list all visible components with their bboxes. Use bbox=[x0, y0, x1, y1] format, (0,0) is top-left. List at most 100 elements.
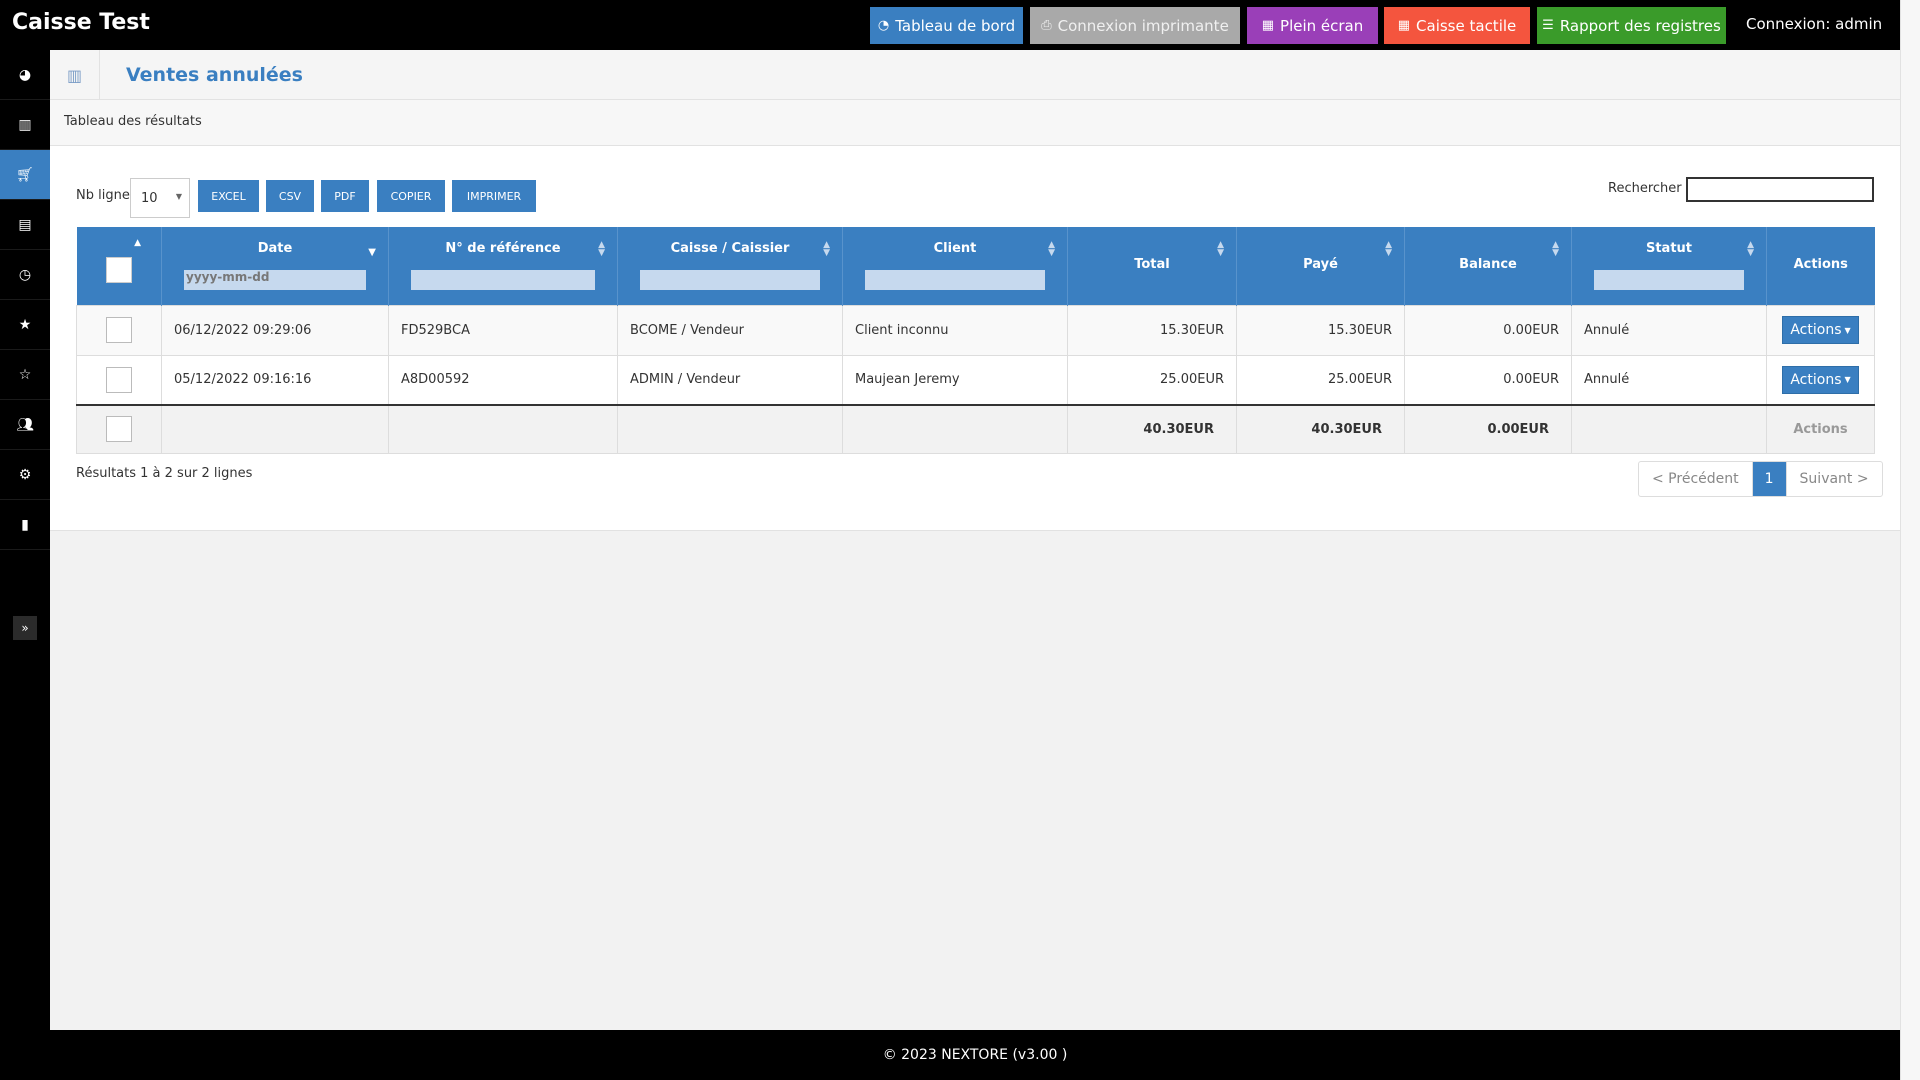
table-row[interactable]: 06/12/2022 09:29:06 FD529BCA BCOME / Ven… bbox=[76, 304, 1875, 356]
column-header-status[interactable]: Statut ▲ ▼ bbox=[1571, 227, 1767, 305]
export-csv-button[interactable]: CSV bbox=[266, 180, 314, 212]
reference-header-label: N° de référence bbox=[445, 241, 561, 256]
select-all-checkbox[interactable] bbox=[105, 256, 132, 283]
column-header-total[interactable]: Total ▲ ▼ bbox=[1067, 227, 1237, 305]
sidebar-item-favorites[interactable]: ★ bbox=[0, 300, 50, 350]
list-icon: ☰ bbox=[1542, 18, 1554, 33]
sidebar-item-promotions[interactable]: ☆ bbox=[0, 350, 50, 400]
grid-icon: ▦ bbox=[1397, 18, 1411, 33]
touch-register-label: Caisse tactile bbox=[1416, 16, 1517, 35]
client-filter-input[interactable] bbox=[865, 270, 1045, 290]
barcode-icon: ▥ bbox=[18, 116, 32, 133]
dashboard-button[interactable]: ◔ Tableau de bord bbox=[870, 7, 1023, 44]
actions-dropdown-button[interactable]: Actions ▼ bbox=[1782, 316, 1859, 344]
footer-select-cell bbox=[76, 404, 162, 454]
sidebar-item-documents[interactable]: ▤ bbox=[0, 200, 50, 250]
printer-connect-label: Connexion imprimante bbox=[1057, 16, 1229, 35]
copy-button[interactable]: COPIER bbox=[377, 180, 445, 212]
sort-icon[interactable]: ▲ ▼ bbox=[1747, 241, 1754, 258]
touch-register-button[interactable]: ▦ Caisse tactile bbox=[1384, 7, 1530, 44]
row-checkbox[interactable] bbox=[106, 366, 132, 393]
sidebar: ◕ ▥ 🛒︎ ▤ ◷ ★ ☆ 👥︎ ⚙ ▮ » bbox=[0, 50, 50, 1080]
sidebar-item-reports[interactable]: ▮ bbox=[0, 500, 50, 550]
scrollbar-track[interactable] bbox=[1900, 0, 1920, 1080]
cell-actions: Actions ▼ bbox=[1766, 354, 1875, 406]
cell-date: 05/12/2022 09:16:16 bbox=[161, 354, 389, 406]
total-header-label: Total bbox=[1134, 257, 1170, 272]
sidebar-item-users[interactable]: 👥︎ bbox=[0, 400, 50, 450]
cell-register: BCOME / Vendeur bbox=[617, 304, 843, 356]
sidebar-item-settings[interactable]: ⚙ bbox=[0, 450, 50, 500]
rows-per-page-select[interactable]: 10 ▼ bbox=[130, 178, 190, 218]
cancelled-sales-table: ▲ Date ▼ yyyy-mm-dd N° de référence ▲ ▼ C… bbox=[76, 227, 1875, 454]
printer-connect-button[interactable]: ⎙ Connexion imprimante bbox=[1030, 7, 1240, 44]
actions-dropdown-button[interactable]: Actions ▼ bbox=[1782, 365, 1859, 394]
clock-icon: ◷ bbox=[18, 266, 32, 283]
cell-balance: 0.00EUR bbox=[1404, 354, 1572, 406]
status-header-label: Statut bbox=[1645, 241, 1693, 256]
reference-filter-input[interactable] bbox=[411, 270, 595, 290]
cell-date: 06/12/2022 09:29:06 bbox=[161, 304, 389, 356]
export-excel-button[interactable]: EXCEL bbox=[198, 180, 259, 212]
search-label: Rechercher bbox=[1608, 181, 1682, 196]
column-header-client[interactable]: Client ▲ ▼ bbox=[842, 227, 1068, 305]
sidebar-item-products[interactable]: ▥ bbox=[0, 100, 50, 150]
previous-page-button[interactable]: < Précédent bbox=[1639, 462, 1753, 496]
sort-asc-icon[interactable]: ▲ bbox=[134, 239, 141, 248]
page-title: Ventes annulées bbox=[126, 64, 303, 86]
next-page-button[interactable]: Suivant > bbox=[1787, 462, 1882, 496]
sort-icon[interactable]: ▲ ▼ bbox=[1552, 241, 1559, 258]
cell-client: Maujean Jeremy bbox=[842, 354, 1068, 406]
grid-icon: ▦ bbox=[1261, 18, 1275, 33]
sidebar-item-dashboard[interactable]: ◕ bbox=[0, 50, 50, 100]
sidebar-item-sales[interactable]: 🛒︎ bbox=[0, 150, 50, 200]
fullscreen-label: Plein écran bbox=[1280, 16, 1364, 35]
sort-desc-icon[interactable]: ▼ bbox=[368, 248, 376, 258]
print-button[interactable]: IMPRIMER bbox=[452, 180, 536, 212]
sort-icon[interactable]: ▲ ▼ bbox=[598, 241, 605, 258]
sort-icon[interactable]: ▲ ▼ bbox=[1385, 241, 1392, 258]
bar-chart-icon: ▮ bbox=[21, 516, 29, 533]
sidebar-toggle[interactable]: » bbox=[13, 616, 37, 640]
footer-cell-empty bbox=[842, 404, 1068, 454]
cell-register: ADMIN / Vendeur bbox=[617, 354, 843, 406]
footer-cell-empty bbox=[1571, 404, 1767, 454]
table-row[interactable]: 05/12/2022 09:16:16 A8D00592 ADMIN / Ven… bbox=[76, 354, 1875, 406]
register-header-label: Caisse / Caissier bbox=[670, 241, 790, 256]
printer-icon: ⎙ bbox=[1041, 18, 1052, 33]
sort-icon[interactable]: ▲ ▼ bbox=[1048, 241, 1055, 258]
dashboard-button-label: Tableau de bord bbox=[895, 16, 1016, 35]
panel-title: Tableau des résultats bbox=[50, 100, 1900, 146]
login-status[interactable]: Connexion: admin bbox=[1746, 15, 1882, 33]
cell-balance: 0.00EUR bbox=[1404, 304, 1572, 356]
export-pdf-button[interactable]: PDF bbox=[321, 180, 369, 212]
star-icon: ★ bbox=[18, 316, 32, 333]
column-header-reference[interactable]: N° de référence ▲ ▼ bbox=[388, 227, 618, 305]
date-filter-input[interactable]: yyyy-mm-dd bbox=[184, 270, 366, 290]
row-select-cell bbox=[76, 354, 162, 406]
users-icon: 👥︎ bbox=[16, 416, 34, 433]
page-button-current[interactable]: 1 bbox=[1752, 462, 1787, 496]
column-header-paid[interactable]: Payé ▲ ▼ bbox=[1236, 227, 1405, 305]
status-filter-input[interactable] bbox=[1594, 270, 1744, 290]
footer-checkbox[interactable] bbox=[106, 416, 132, 443]
top-navbar: Caisse Test ◔ Tableau de bord ⎙ Connexio… bbox=[0, 0, 1900, 50]
app-title[interactable]: Caisse Test bbox=[12, 10, 150, 35]
cell-paid: 15.30EUR bbox=[1236, 304, 1405, 356]
cell-total: 15.30EUR bbox=[1067, 304, 1237, 356]
barcode-icon: ▥ bbox=[50, 50, 100, 100]
row-checkbox[interactable] bbox=[106, 317, 132, 343]
sort-icon[interactable]: ▲ ▼ bbox=[1217, 241, 1224, 258]
client-header-label: Client bbox=[933, 241, 977, 256]
column-header-balance[interactable]: Balance ▲ ▼ bbox=[1404, 227, 1572, 305]
column-header-register[interactable]: Caisse / Caissier ▲ ▼ bbox=[617, 227, 843, 305]
column-header-date[interactable]: Date ▼ yyyy-mm-dd bbox=[161, 227, 389, 305]
sort-icon[interactable]: ▲ ▼ bbox=[823, 241, 830, 258]
cell-client: Client inconnu bbox=[842, 304, 1068, 356]
register-report-button[interactable]: ☰ Rapport des registres bbox=[1537, 7, 1726, 44]
search-input[interactable] bbox=[1686, 177, 1874, 202]
fullscreen-button[interactable]: ▦ Plein écran bbox=[1247, 7, 1378, 44]
sidebar-item-history[interactable]: ◷ bbox=[0, 250, 50, 300]
footer-cell-empty bbox=[161, 404, 389, 454]
register-filter-input[interactable] bbox=[640, 270, 820, 290]
